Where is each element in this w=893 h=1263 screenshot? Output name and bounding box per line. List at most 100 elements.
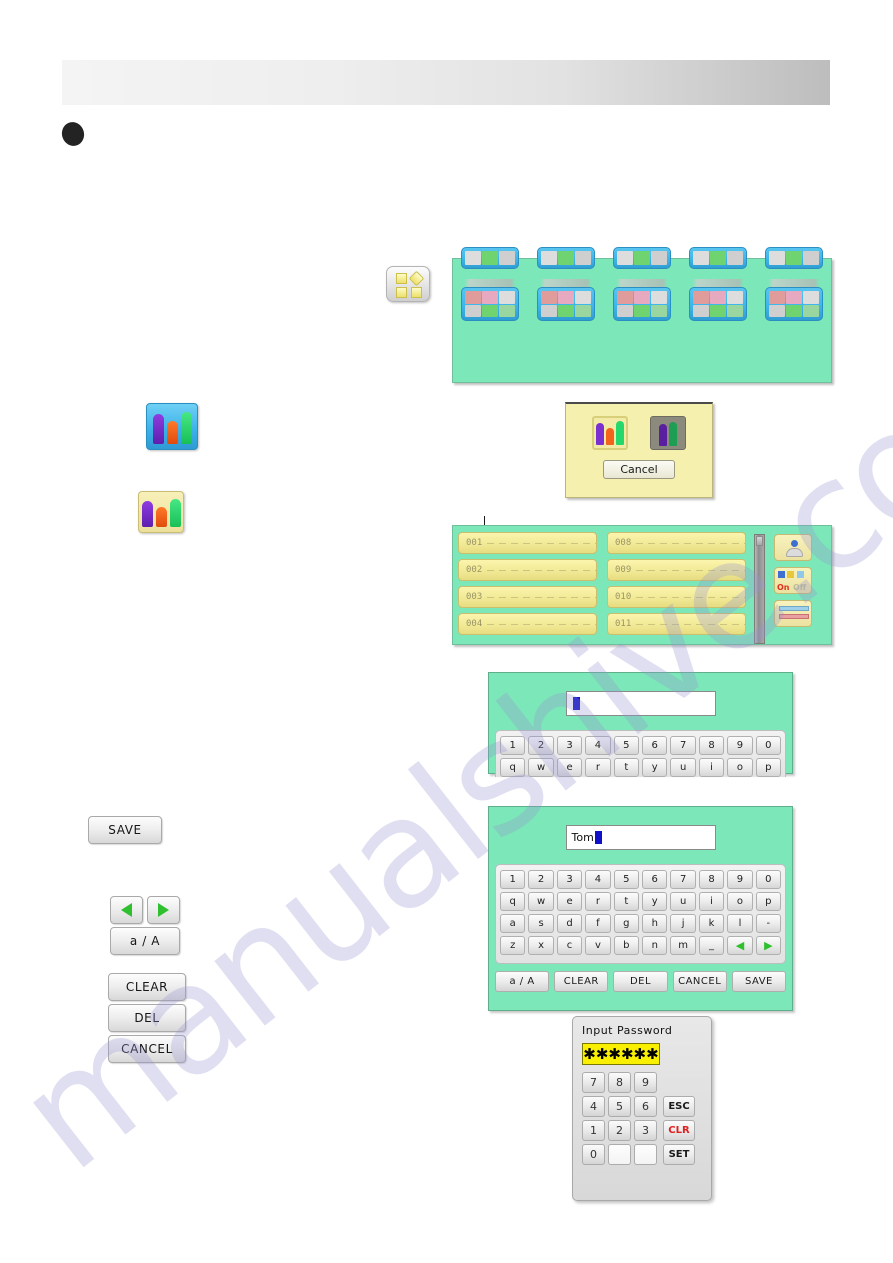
keyboard-del-button[interactable]: DEL — [613, 971, 668, 992]
key-t[interactable]: t — [613, 892, 640, 911]
cancel-button[interactable]: Cancel — [603, 460, 675, 479]
password-key-8[interactable]: 8 — [608, 1072, 631, 1093]
password-set-button[interactable]: SET — [663, 1144, 695, 1165]
group-people-yellow-icon[interactable] — [138, 491, 184, 533]
key-5[interactable]: 5 — [613, 736, 640, 755]
key-q[interactable]: q — [500, 892, 526, 911]
key-p[interactable]: p — [755, 892, 782, 911]
key-m[interactable]: m — [670, 936, 696, 955]
password-key-5[interactable]: 5 — [608, 1096, 631, 1117]
key-e[interactable]: e — [556, 758, 583, 777]
key-r[interactable]: r — [585, 892, 611, 911]
vertical-scrollbar[interactable] — [754, 534, 765, 644]
group-people-icon[interactable] — [592, 416, 628, 450]
list-item[interactable]: 010 — [607, 586, 746, 608]
key-g[interactable]: g — [613, 914, 640, 933]
key-6[interactable]: 6 — [642, 870, 668, 889]
key-a[interactable]: a — [500, 914, 526, 933]
password-clr-button[interactable]: CLR — [663, 1120, 695, 1141]
key-e[interactable]: e — [556, 892, 583, 911]
cursor-right-icon[interactable]: ▶ — [755, 936, 782, 955]
key-4[interactable]: 4 — [585, 736, 611, 755]
key-7[interactable]: 7 — [670, 736, 696, 755]
key-6[interactable]: 6 — [642, 736, 668, 755]
cancel-button-callout[interactable]: CANCEL — [108, 1035, 186, 1063]
four-shapes-icon[interactable] — [386, 266, 430, 302]
key-c[interactable]: c — [556, 936, 583, 955]
password-esc-button[interactable]: ESC — [663, 1096, 695, 1117]
key-9[interactable]: 9 — [727, 736, 753, 755]
key-o[interactable]: o — [727, 892, 753, 911]
password-key-9[interactable]: 9 — [634, 1072, 657, 1093]
keyboard-aa-button[interactable]: a / A — [495, 971, 550, 992]
key-f[interactable]: f — [585, 914, 611, 933]
group-people-disabled-icon[interactable] — [650, 416, 686, 450]
list-item[interactable]: 001 — [458, 532, 597, 554]
key-5[interactable]: 5 — [613, 870, 640, 889]
program-tile[interactable] — [537, 247, 595, 269]
program-tile[interactable] — [765, 247, 823, 269]
key-t[interactable]: t — [613, 758, 640, 777]
program-tile[interactable] — [537, 279, 595, 321]
key-w[interactable]: w — [528, 758, 554, 777]
key-3[interactable]: 3 — [556, 736, 583, 755]
case-toggle-button[interactable]: a / A — [110, 927, 180, 955]
key-d[interactable]: d — [556, 914, 583, 933]
key-7[interactable]: 7 — [670, 870, 696, 889]
clear-button[interactable]: CLEAR — [108, 973, 186, 1001]
key-z[interactable]: z — [500, 936, 526, 955]
key-u[interactable]: u — [670, 758, 696, 777]
key-0[interactable]: 0 — [755, 870, 782, 889]
name-input-field[interactable] — [565, 691, 716, 716]
program-tile[interactable] — [461, 279, 519, 321]
key-1[interactable]: 1 — [500, 736, 526, 755]
key-2[interactable]: 2 — [528, 870, 554, 889]
key-9[interactable]: 9 — [727, 870, 753, 889]
cursor-left-icon[interactable]: ◀ — [727, 936, 753, 955]
group-people-blue-icon[interactable] — [146, 403, 198, 450]
key-b[interactable]: b — [613, 936, 640, 955]
key-r[interactable]: r — [585, 758, 611, 777]
key-s[interactable]: s — [528, 914, 554, 933]
list-item[interactable]: 008 — [607, 532, 746, 554]
key-8[interactable]: 8 — [698, 870, 725, 889]
key--[interactable]: - — [755, 914, 782, 933]
key-h[interactable]: h — [642, 914, 668, 933]
keyboard-save-button[interactable]: SAVE — [731, 971, 787, 992]
user-icon[interactable] — [774, 534, 812, 561]
key-k[interactable]: k — [698, 914, 725, 933]
program-tile[interactable] — [689, 279, 747, 321]
key-2[interactable]: 2 — [528, 736, 554, 755]
key-0[interactable]: 0 — [755, 736, 782, 755]
scrollbar-thumb[interactable] — [756, 536, 763, 546]
password-key-3[interactable]: 3 — [634, 1120, 657, 1141]
keyboard-cancel-button[interactable]: CANCEL — [672, 971, 727, 992]
password-key-6[interactable]: 6 — [634, 1096, 657, 1117]
save-button[interactable]: SAVE — [88, 816, 162, 844]
key-p[interactable]: p — [755, 758, 782, 777]
password-key-2[interactable]: 2 — [608, 1120, 631, 1141]
key-v[interactable]: v — [585, 936, 611, 955]
machine-icon[interactable] — [774, 600, 812, 627]
program-tile[interactable] — [689, 247, 747, 269]
key-space[interactable]: _ — [698, 936, 725, 955]
key-j[interactable]: j — [670, 914, 696, 933]
list-item[interactable]: 011 — [607, 613, 746, 635]
name-input-field-filled[interactable]: Tom — [565, 825, 716, 850]
password-key-1[interactable]: 1 — [582, 1120, 605, 1141]
program-tile[interactable] — [613, 279, 671, 321]
right-arrow-icon[interactable] — [147, 896, 180, 924]
key-i[interactable]: i — [698, 892, 725, 911]
key-n[interactable]: n — [642, 936, 668, 955]
key-w[interactable]: w — [528, 892, 554, 911]
key-i[interactable]: i — [698, 758, 725, 777]
password-key-0[interactable]: 0 — [582, 1144, 605, 1165]
password-key-4[interactable]: 4 — [582, 1096, 605, 1117]
key-3[interactable]: 3 — [556, 870, 583, 889]
key-o[interactable]: o — [727, 758, 753, 777]
left-arrow-icon[interactable] — [110, 896, 143, 924]
key-1[interactable]: 1 — [500, 870, 526, 889]
delete-button[interactable]: DEL — [108, 1004, 186, 1032]
key-q[interactable]: q — [500, 758, 526, 777]
program-tile[interactable] — [765, 279, 823, 321]
